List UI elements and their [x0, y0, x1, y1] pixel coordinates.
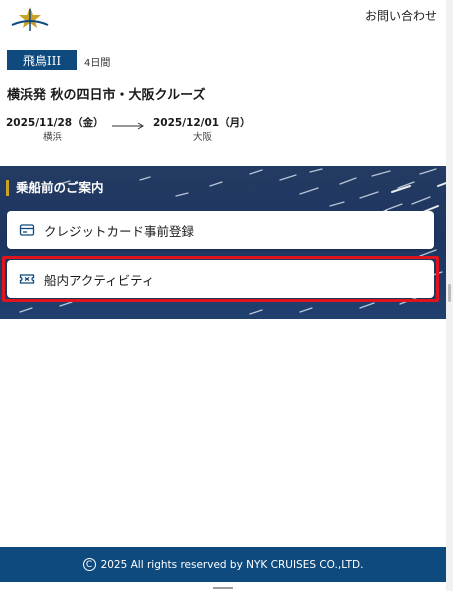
credit-card-registration-label: クレジットカード事前登録	[44, 223, 195, 239]
copyright-text: 2025 All rights reserved by NYK CRUISES …	[100, 558, 364, 571]
arrival-date: 2025/12/01（月）	[153, 117, 251, 129]
onboard-activities-label: 船内アクティビティ	[44, 272, 155, 288]
arrow-right-icon	[112, 122, 144, 130]
cruise-title: 横浜発 秋の四日市・大阪クルーズ	[7, 88, 206, 103]
credit-card-registration-button[interactable]: クレジットカード事前登録	[7, 211, 434, 249]
vertical-scrollbar[interactable]	[446, 0, 453, 591]
anchor-star-logo-icon	[11, 7, 49, 31]
arrival-port: 大阪	[193, 132, 213, 143]
scrollbar-thumb[interactable]	[448, 284, 451, 302]
departure-date: 2025/11/28（金）	[6, 117, 104, 129]
footer: C 2025 All rights reserved by NYK CRUISE…	[0, 547, 446, 582]
onboard-activities-button[interactable]: 船内アクティビティ	[7, 260, 434, 298]
bottom-handle	[213, 587, 233, 589]
copyright-icon: C	[82, 558, 96, 571]
page: お問い合わせ 飛鳥III 4日間 横浜発 秋の四日市・大阪クルーズ 2025/1…	[0, 0, 446, 591]
cruise-duration: 4日間	[84, 58, 111, 69]
ship-badge: 飛鳥III	[7, 50, 77, 70]
brand-logo[interactable]	[10, 5, 50, 33]
boarding-info-heading: 乗船前のご案内	[6, 180, 104, 196]
departure-port: 横浜	[43, 132, 63, 143]
contact-link[interactable]: お問い合わせ	[365, 7, 437, 24]
ticket-icon	[19, 271, 35, 287]
credit-card-icon	[19, 222, 35, 238]
